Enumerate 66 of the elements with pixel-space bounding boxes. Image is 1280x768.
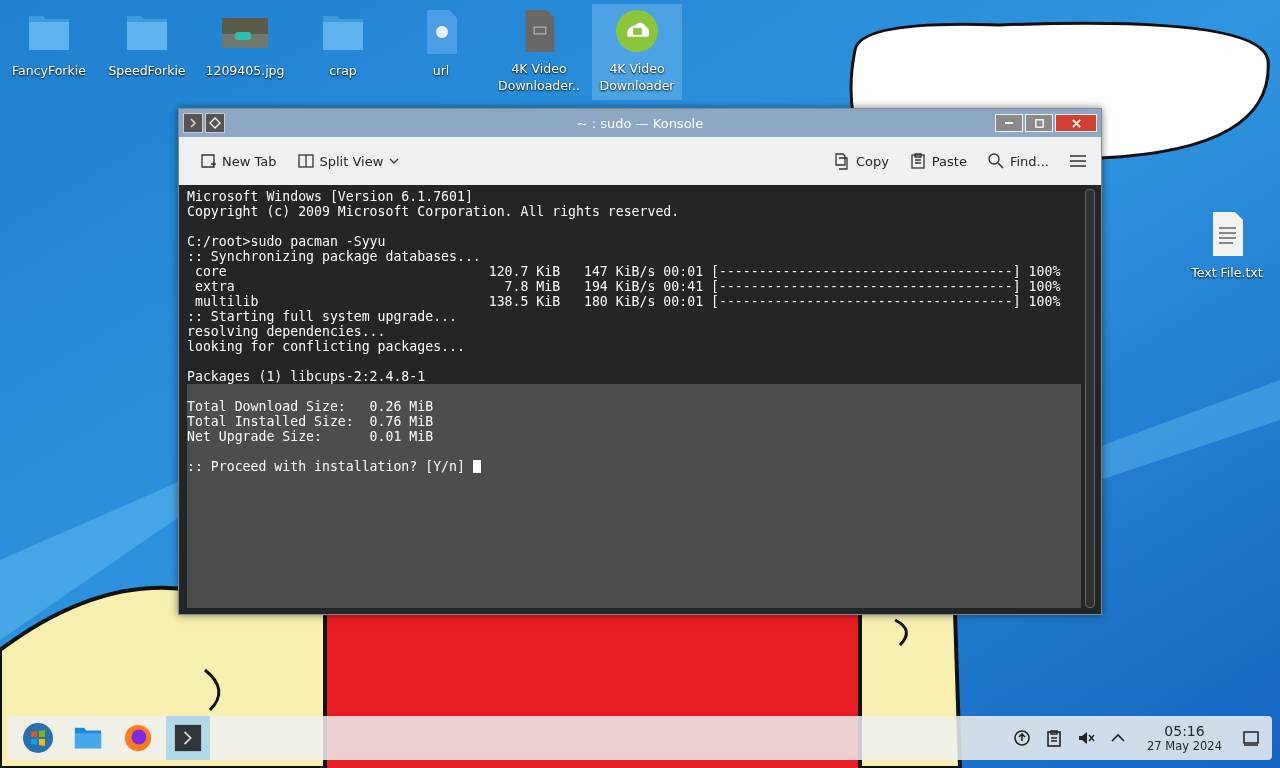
terminal-line: looking for conflicting packages...	[187, 339, 465, 354]
terminal-line: Packages (1) libcups-2:2.4.8-1	[187, 369, 426, 384]
scrollbar[interactable]	[1085, 189, 1095, 608]
icon-label: FancyForkie	[11, 62, 87, 79]
app-menu-button[interactable]	[183, 113, 203, 133]
terminal-line: Microsoft Windows [Version 6.1.7601]	[187, 189, 473, 204]
update-icon	[1013, 729, 1031, 747]
cloud-app-icon	[613, 8, 661, 54]
clock-date[interactable]: 27 May 2024	[1147, 739, 1222, 753]
keep-above-button[interactable]	[205, 113, 225, 133]
icon-label: crap	[328, 62, 358, 79]
split-view-button[interactable]: Split View	[290, 148, 407, 174]
window-title: ~ : sudo — Konsole	[575, 115, 705, 131]
desktop-icon[interactable]: Text File.txt	[1182, 206, 1272, 302]
terminal-line: Net Upgrade Size: 0.01 MiB	[187, 429, 434, 444]
fox-globe-icon	[123, 723, 153, 753]
maximize-icon	[1033, 117, 1045, 129]
terminal-output[interactable]	[187, 189, 1081, 608]
icon-label: 4K Video Downloader	[598, 60, 676, 94]
desktop-icon[interactable]: url	[396, 4, 486, 100]
desktop-icon[interactable]: 4K Video Downloader	[592, 4, 682, 100]
minimize-button[interactable]	[995, 114, 1023, 132]
terminal-line: extra 7.8 MiB 194 KiB/s 00:41 [-------------------------------------] 100%	[193, 279, 1061, 294]
terminal-icon	[174, 724, 202, 752]
icon-label: Text File.txt	[1190, 264, 1264, 281]
terminal-line: C:/root>sudo pacman -Syyu	[187, 234, 386, 249]
show-desktop-icon	[1242, 729, 1260, 747]
copy-icon	[832, 152, 851, 170]
terminal-line: :: Proceed with installation? [Y/n]	[187, 459, 466, 474]
icon-label: 4K Video Downloader..	[497, 60, 581, 94]
clipboard-icon	[1045, 729, 1063, 747]
clock-time[interactable]: 05:16	[1164, 723, 1205, 739]
terminal-line: multilib 138.5 KiB 180 KiB/s 00:01 [-------------------------------------] 100%	[193, 294, 1061, 309]
icon-label: url	[431, 62, 451, 79]
copy-button[interactable]: Copy	[826, 148, 895, 174]
chevron-icon	[187, 117, 199, 129]
menu-icon	[1069, 152, 1087, 170]
terminal-line: :: Synchronizing package databases...	[187, 249, 481, 264]
desktop-icon[interactable]: 1209405.jpg	[200, 4, 290, 100]
paste-icon	[908, 152, 927, 170]
desktop-icon[interactable]: 4K Video Downloader..	[494, 4, 584, 100]
new-tab-icon	[199, 152, 217, 170]
terminal-line: Copyright (c) 2009 Microsoft Corporation. All rights reserved.	[187, 204, 680, 219]
diamond-icon	[209, 117, 221, 129]
task-terminal-button[interactable]	[166, 716, 210, 760]
search-icon	[986, 152, 1005, 170]
find-button[interactable]: Find...	[980, 148, 1055, 174]
desktop-icon[interactable]: FancyForkie	[4, 4, 94, 100]
close-icon	[1070, 117, 1082, 129]
terminal-line: :: Starting full system upgrade...	[187, 309, 457, 324]
desktop-icon[interactable]: SpeedForkie	[102, 4, 192, 100]
muted-speaker-icon	[1077, 729, 1095, 747]
terminal-line: Total Download Size: 0.26 MiB	[187, 399, 434, 414]
icon-label: SpeedForkie	[107, 62, 187, 79]
new-tab-button[interactable]: New Tab	[193, 148, 283, 174]
terminal-line: resolving dependencies...	[187, 324, 386, 339]
minimize-icon	[1005, 122, 1013, 124]
terminal-line: core 120.7 KiB 147 KiB/s 00:01 [-------------------------------------] 100%	[193, 264, 1061, 279]
desktop-icon[interactable]: crap	[298, 4, 388, 100]
paste-button[interactable]: Paste	[902, 148, 973, 174]
maximize-button[interactable]	[1025, 114, 1053, 132]
close-button[interactable]	[1055, 114, 1097, 132]
icon-label: 1209405.jpg	[204, 62, 286, 79]
start-orb-icon	[22, 722, 54, 754]
terminal-line: Total Installed Size: 0.76 MiB	[187, 414, 434, 429]
split-view-icon	[296, 152, 315, 170]
